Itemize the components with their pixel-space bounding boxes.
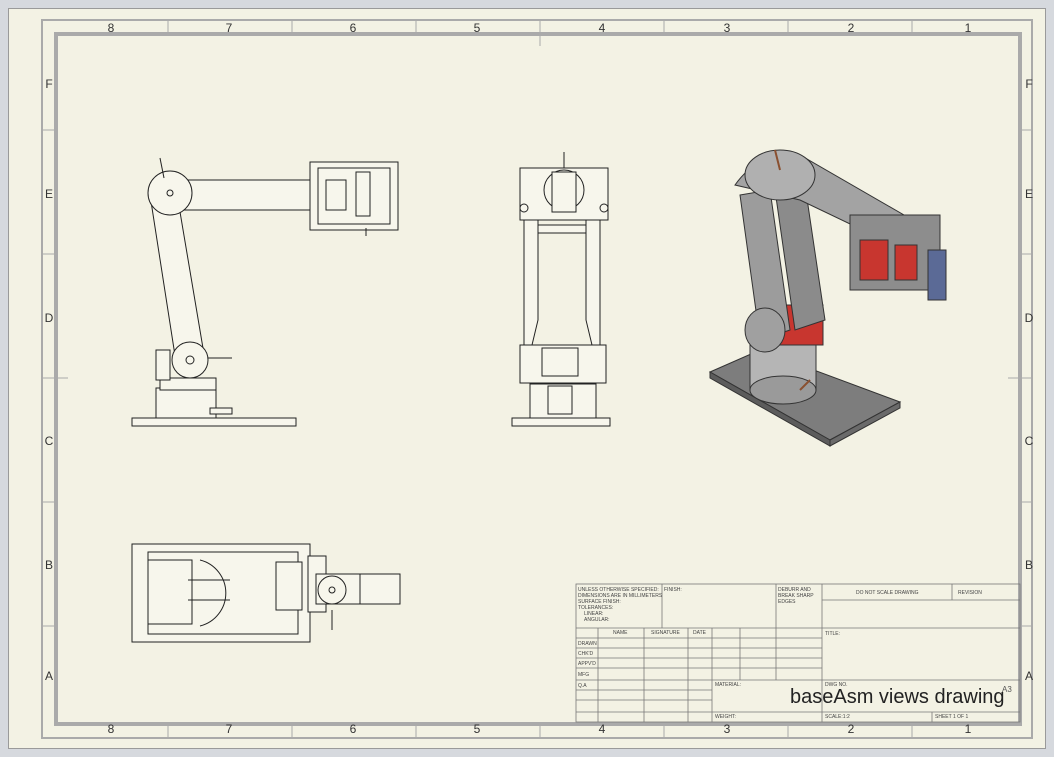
zone-row-a-left: A: [44, 669, 54, 683]
zone-row-b-left: B: [44, 558, 54, 572]
role-qa: Q.A: [578, 683, 587, 689]
zone-row-c-right: C: [1024, 434, 1034, 448]
role-drawn: DRAWN: [578, 641, 597, 647]
zone-col-4-bottom: 4: [598, 722, 606, 736]
weight-label: WEIGHT:: [715, 714, 736, 720]
material-label: MATERIAL:: [715, 682, 742, 688]
zone-col-5-bottom: 5: [473, 722, 481, 736]
drawing-canvas[interactable]: [0, 0, 1054, 757]
zone-row-a-right: A: [1024, 669, 1034, 683]
scale-label: SCALE:1:2: [825, 714, 850, 720]
zone-col-3-top: 3: [723, 21, 731, 35]
title-label: TITLE:: [825, 631, 841, 637]
zone-row-c-left: C: [44, 434, 54, 448]
zone-col-8-top: 8: [107, 21, 115, 35]
zone-col-6-top: 6: [349, 21, 357, 35]
zone-col-5-top: 5: [473, 21, 481, 35]
zone-row-e-left: E: [44, 187, 54, 201]
role-mfg: MFG: [578, 672, 590, 678]
zone-row-f-left: F: [45, 77, 53, 91]
zone-col-6-bottom: 6: [349, 722, 357, 736]
revision-label: REVISION: [958, 590, 982, 596]
deburr-note: DEBURR AND BREAK SHARP EDGES: [778, 587, 814, 605]
zone-col-2-bottom: 2: [847, 722, 855, 736]
isometric-view[interactable]: [708, 149, 947, 447]
drawing-name: baseAsm views drawing: [790, 686, 1005, 708]
zone-col-8-bottom: 8: [107, 722, 115, 736]
sheet-size: A3: [1002, 685, 1012, 694]
zone-col-7-bottom: 7: [225, 722, 233, 736]
zone-col-2-top: 2: [847, 21, 855, 35]
top-view[interactable]: [131, 543, 401, 643]
zone-row-e-right: E: [1024, 187, 1034, 201]
zone-col-3-bottom: 3: [723, 722, 731, 736]
zone-col-1-top: 1: [964, 21, 972, 35]
zone-col-1-bottom: 1: [964, 722, 972, 736]
header-name: NAME: [613, 630, 628, 636]
do-not-scale-label: DO NOT SCALE DRAWING: [856, 590, 919, 596]
header-date: DATE: [693, 630, 706, 636]
role-approved: APPV'D: [578, 661, 596, 667]
zone-col-7-top: 7: [225, 21, 233, 35]
zone-col-4-top: 4: [598, 21, 606, 35]
role-checked: CHK'D: [578, 651, 594, 657]
side-view[interactable]: [511, 152, 611, 427]
header-signature: SIGNATURE: [651, 630, 680, 636]
sheet-number: SHEET 1 OF 1: [935, 714, 969, 720]
front-view[interactable]: [131, 157, 399, 427]
tolerance-note: UNLESS OTHERWISE SPECIFIED: DIMENSIONS A…: [578, 587, 663, 623]
zone-row-d-left: D: [44, 311, 54, 325]
zone-row-f-right: F: [1025, 77, 1033, 91]
finish-label: FINISH:: [664, 587, 682, 593]
zone-row-d-right: D: [1024, 311, 1034, 325]
zone-row-b-right: B: [1024, 558, 1034, 572]
